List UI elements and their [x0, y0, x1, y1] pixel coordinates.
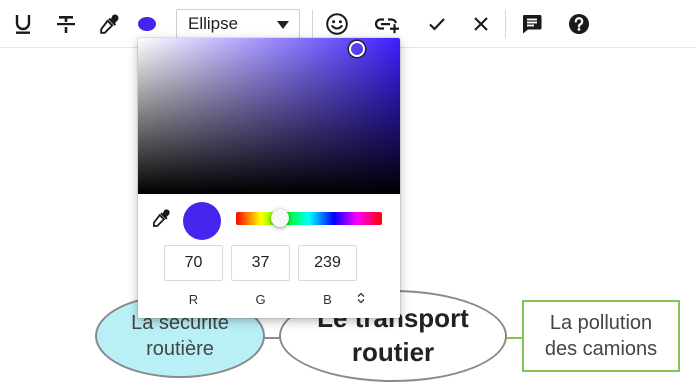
color-mode-toggle[interactable]	[354, 290, 368, 306]
saturation-handle[interactable]	[349, 41, 365, 57]
color-button[interactable]	[134, 8, 160, 40]
comment-icon	[522, 15, 542, 34]
toolbar-divider	[505, 10, 506, 38]
unfold-icon	[357, 292, 365, 304]
shape-select-value: Ellipse	[188, 14, 239, 33]
hue-slider[interactable]	[236, 212, 382, 225]
color-swatch-icon	[138, 17, 156, 31]
eyedropper-icon	[153, 209, 170, 227]
shape-select[interactable]: Ellipse	[176, 9, 300, 39]
confirm-button[interactable]	[424, 8, 450, 40]
red-channel-label: R	[188, 292, 199, 307]
green-channel-label: G	[255, 292, 266, 307]
node-truck-pollution-label: La pollution des camions	[544, 312, 658, 360]
add-link-button[interactable]	[370, 8, 404, 40]
hue-slider-handle[interactable]	[271, 209, 289, 227]
close-icon	[474, 17, 488, 31]
eyedropper-button[interactable]	[96, 8, 122, 40]
blue-channel-label: B	[323, 292, 332, 307]
strikethrough-icon	[57, 16, 75, 33]
cancel-button[interactable]	[468, 8, 494, 40]
picker-eyedropper-button[interactable]	[151, 208, 173, 230]
color-picker-popup: R G B	[138, 38, 400, 318]
selected-color-swatch	[183, 202, 221, 240]
node-truck-pollution[interactable]: La pollution des camions	[522, 300, 680, 372]
check-icon	[429, 18, 445, 31]
comment-button[interactable]	[518, 8, 546, 40]
green-channel-input[interactable]	[231, 245, 290, 281]
toolbar-divider	[312, 10, 313, 38]
underline-icon	[15, 15, 31, 34]
saturation-area[interactable]	[138, 38, 400, 194]
help-icon	[569, 14, 589, 34]
chevron-down-icon	[277, 21, 289, 29]
strikethrough-button[interactable]	[52, 8, 80, 40]
help-button[interactable]	[566, 8, 592, 40]
emoji-icon	[326, 13, 348, 35]
underline-button[interactable]	[10, 8, 36, 40]
blue-channel-input[interactable]	[298, 245, 357, 281]
emoji-button[interactable]	[322, 8, 352, 40]
eyedropper-icon	[100, 14, 119, 34]
link-add-icon	[374, 18, 399, 34]
red-channel-input[interactable]	[164, 245, 223, 281]
